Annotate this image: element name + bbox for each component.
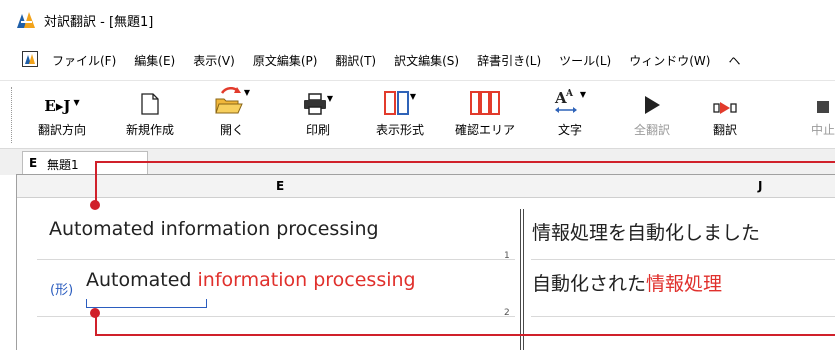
stop-icon: [817, 101, 829, 113]
tab-language-marker: E: [29, 156, 38, 170]
font-label: 文字: [557, 123, 582, 137]
confirm-area-label: 確認エリア: [454, 123, 515, 137]
menu-source-edit[interactable]: 原文編集(P): [253, 52, 318, 69]
stop-label: 中止: [810, 123, 835, 137]
tab-document-name: 無題1: [47, 158, 79, 172]
menu-edit[interactable]: 編集(E): [134, 52, 175, 69]
print-button[interactable]: ▼ 印刷: [290, 81, 346, 138]
tab-document-1[interactable]: E 無題1: [22, 151, 148, 176]
menu-file[interactable]: ファイル(F): [52, 52, 116, 69]
two-column-layout-icon: [383, 91, 409, 115]
window-title: 対訳翻訳 - [無題1]: [44, 15, 154, 30]
row-separator: [37, 259, 515, 260]
bilingual-document-area[interactable]: E J Automated information processing 情報処…: [16, 174, 835, 350]
source-plain-text: Automated: [86, 269, 192, 291]
row-separator: [37, 316, 515, 317]
menu-view[interactable]: 表示(V): [193, 52, 235, 69]
translate-button[interactable]: 翻訳: [700, 81, 750, 138]
row-separator: [531, 316, 835, 317]
pane-divider[interactable]: [520, 209, 521, 350]
stop-button[interactable]: 中止: [800, 81, 835, 138]
three-column-layout-icon: [470, 91, 500, 115]
source-sentence-1[interactable]: Automated information processing: [49, 218, 379, 240]
play-icon: [645, 96, 660, 114]
new-document-label: 新規作成: [125, 123, 174, 137]
print-label: 印刷: [305, 123, 330, 137]
target-highlight-text: 情報処理: [646, 273, 723, 295]
translate-all-label: 全翻訳: [633, 123, 670, 137]
direction-label: 翻訳方向: [37, 123, 86, 137]
title-bar: 対訳翻訳 - [無題1]: [0, 0, 835, 40]
source-highlight-text: information processing: [197, 269, 416, 291]
dropdown-arrow-icon: ▼: [243, 88, 251, 97]
display-format-button[interactable]: ▼ 表示形式: [367, 81, 433, 138]
toolbar: E▸J ▼ 翻訳方向 新規作成 ▼ 開く ▼ 印刷 ▼ 表示形式 確認エリア A…: [0, 80, 835, 149]
display-format-label: 表示形式: [375, 123, 424, 137]
translate-all-button[interactable]: 全翻訳: [624, 81, 680, 138]
svg-text:A: A: [565, 89, 574, 99]
callout-line-bottom-vertical: [95, 312, 97, 336]
target-column-header[interactable]: J: [758, 179, 762, 193]
target-plain-text: 自動化された: [532, 273, 647, 295]
menu-translation-edit[interactable]: 訳文編集(S): [394, 52, 459, 69]
phrase-bracket: [86, 299, 207, 308]
menu-translate[interactable]: 翻訳(T): [335, 52, 376, 69]
font-size-icon: A A: [554, 89, 577, 113]
target-sentence-1[interactable]: 情報処理を自動化しました: [532, 218, 760, 245]
menu-bar: ファイル(F) 編集(E) 表示(V) 原文編集(P) 翻訳(T) 訳文編集(S…: [0, 48, 835, 74]
document-system-icon[interactable]: [22, 51, 38, 67]
column-headers: E J: [17, 175, 835, 198]
translation-direction-button[interactable]: E▸J ▼ 翻訳方向: [30, 81, 94, 138]
open-button[interactable]: ▼ 開く: [202, 81, 262, 138]
translate-label: 翻訳: [712, 123, 737, 137]
confirm-area-button[interactable]: 確認エリア: [450, 81, 520, 138]
dropdown-arrow-icon: ▼: [409, 92, 417, 101]
row-separator: [531, 259, 835, 260]
callout-line-bottom: [95, 334, 835, 336]
direction-icon: E▸J: [44, 97, 71, 115]
part-of-speech-tag: (形): [50, 283, 74, 298]
menu-dictionary[interactable]: 辞書引き(L): [477, 52, 541, 69]
target-sentence-2[interactable]: 自動化された情報処理: [532, 269, 722, 296]
callout-line-top: [95, 161, 835, 163]
menu-help[interactable]: ヘ: [728, 52, 740, 69]
new-document-icon: [141, 93, 159, 115]
dropdown-arrow-icon: ▼: [73, 98, 80, 107]
open-folder-icon: [215, 87, 243, 114]
app-logo-icon: [17, 12, 35, 28]
printer-icon: [303, 93, 326, 115]
pane-divider-inner: [523, 209, 524, 350]
source-column-header[interactable]: E: [276, 179, 284, 193]
translate-step-icon: [713, 102, 737, 114]
dropdown-arrow-icon: ▼: [579, 90, 587, 99]
source-sentence-2[interactable]: Automated information processing: [86, 269, 416, 291]
new-document-button[interactable]: 新規作成: [114, 81, 186, 138]
font-button[interactable]: A A ▼ 文字: [542, 81, 598, 138]
callout-dot-top: [90, 200, 100, 210]
dropdown-arrow-icon: ▼: [326, 94, 334, 103]
toolbar-grip: [11, 87, 13, 143]
menu-tools[interactable]: ツール(L): [559, 52, 611, 69]
menu-items: ファイル(F) 編集(E) 表示(V) 原文編集(P) 翻訳(T) 訳文編集(S…: [52, 52, 758, 69]
open-label: 開く: [219, 123, 244, 137]
menu-window[interactable]: ウィンドウ(W): [629, 52, 710, 69]
